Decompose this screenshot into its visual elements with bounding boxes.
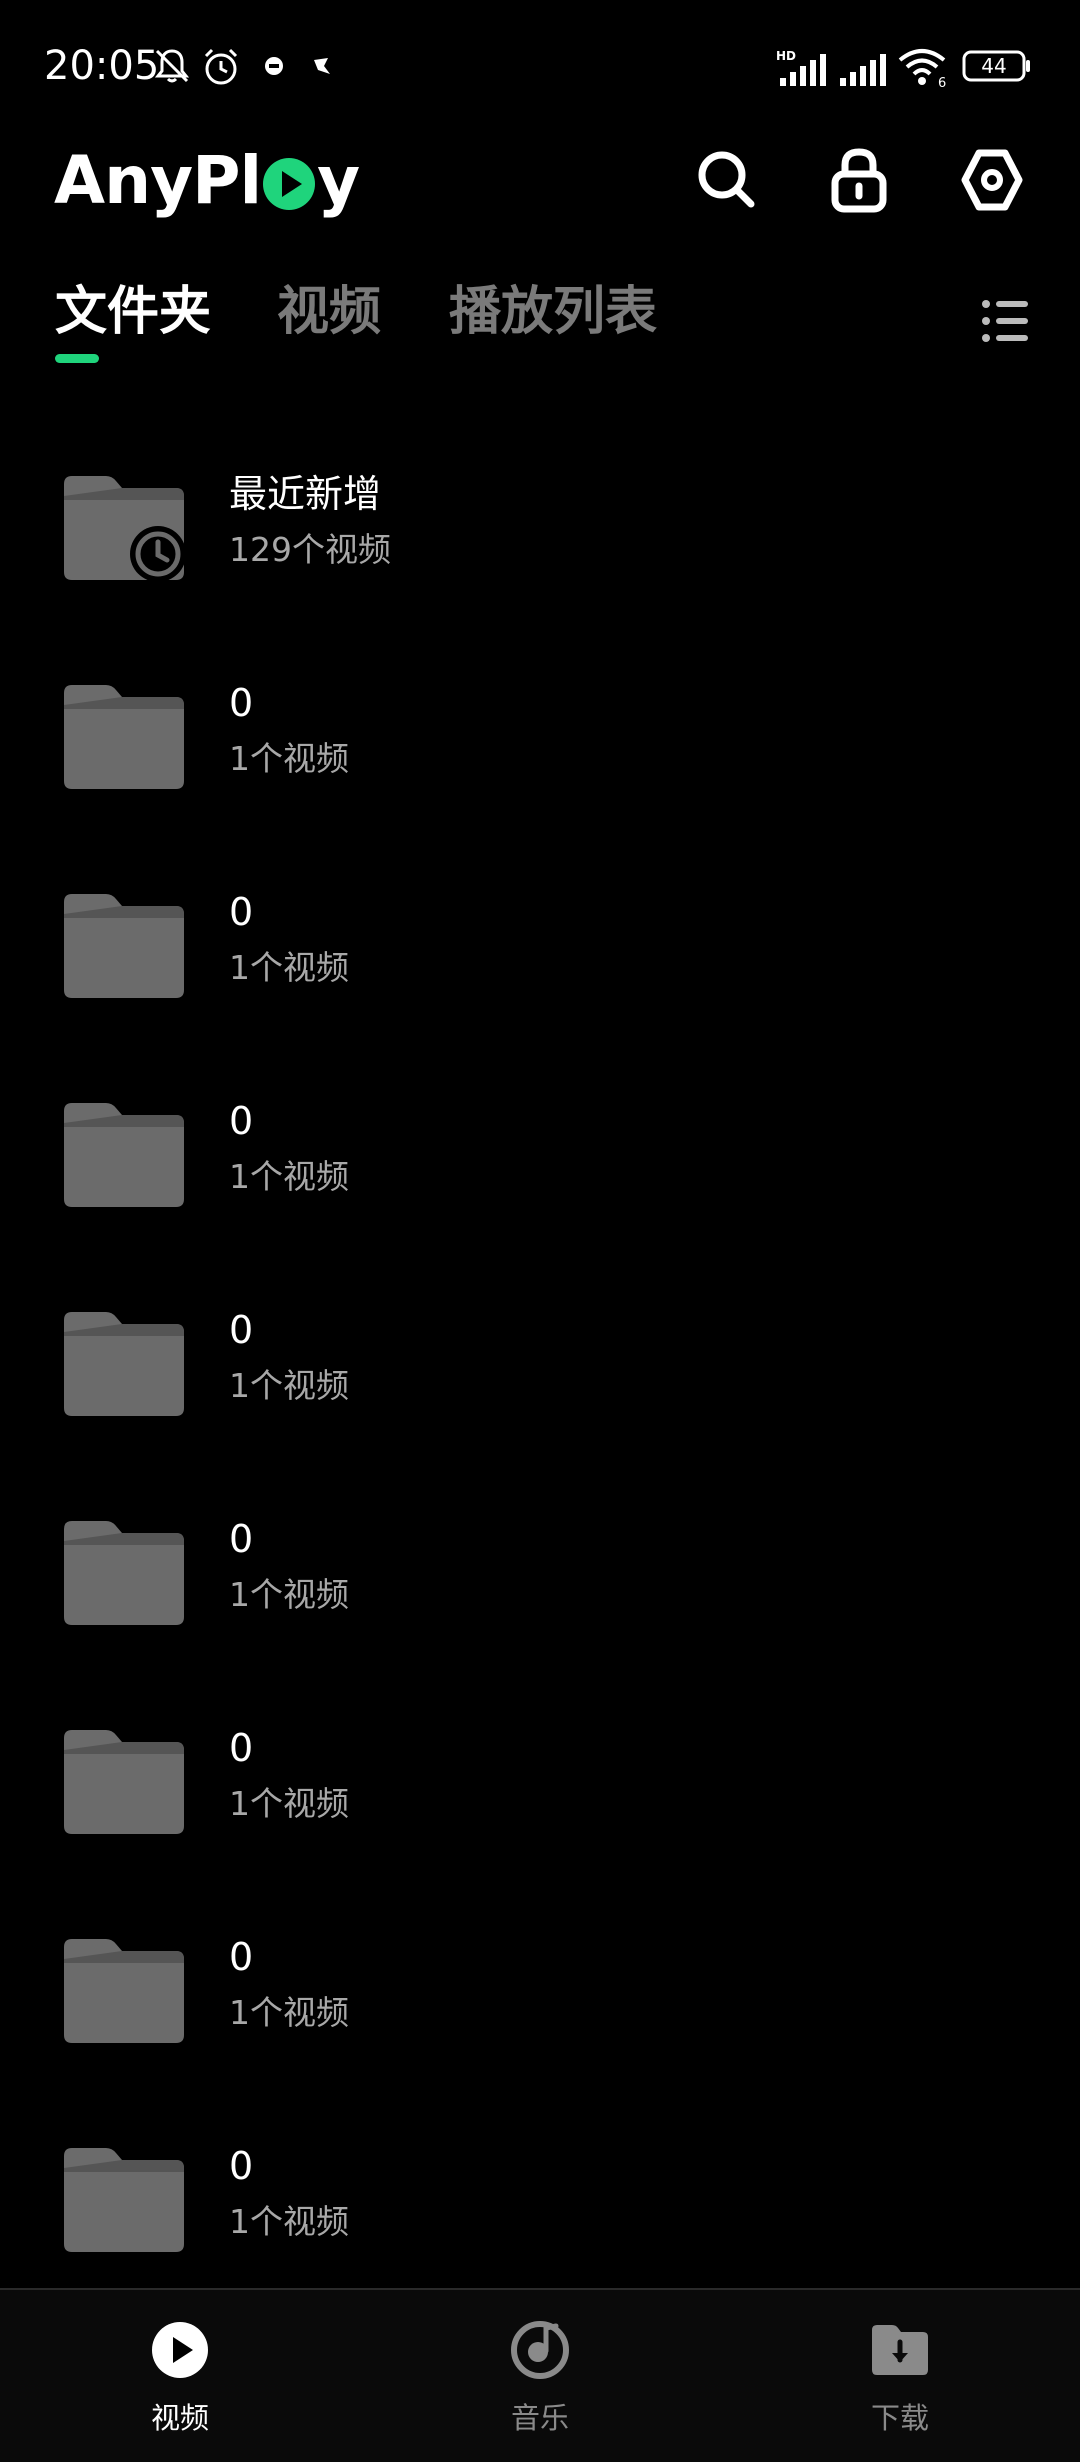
signal-icon: [838, 48, 888, 92]
nav-label: 下载: [870, 2401, 929, 2435]
folder-name: 0: [229, 2144, 254, 2188]
folder-video-count: 1个视频: [229, 2202, 349, 2241]
status-bar: 20:05 HD 6 44: [0, 0, 1080, 130]
app-notification-icon: [262, 54, 286, 82]
folder-icon: [64, 1103, 184, 1207]
folder-video-count: 1个视频: [229, 1993, 349, 2032]
folder-item[interactable]: 0 1个视频: [0, 1256, 1080, 1465]
settings-button[interactable]: [952, 140, 1032, 220]
folder-name: 0: [229, 1099, 254, 1143]
list-view-button[interactable]: [970, 286, 1040, 356]
hexagon-settings-icon: [961, 149, 1023, 211]
nav-tab-music[interactable]: 音乐: [440, 2290, 640, 2460]
folder-video-count: 1个视频: [229, 739, 349, 778]
folder-name: 最近新增: [229, 472, 382, 516]
folder-name: 0: [229, 1935, 254, 1979]
search-button[interactable]: [687, 140, 767, 220]
folder-item[interactable]: 0 1个视频: [0, 1674, 1080, 1883]
folder-item-recent[interactable]: 最近新增 129个视频: [0, 420, 1080, 629]
folder-name: 0: [229, 681, 254, 725]
folder-video-count: 1个视频: [229, 1575, 349, 1614]
nav-tab-downloads[interactable]: 下载: [800, 2290, 1000, 2460]
music-disc-icon: [511, 2321, 569, 2379]
search-icon: [698, 151, 755, 208]
app-header: AnyPl y: [0, 130, 1080, 250]
list-view-icon: [982, 300, 1028, 342]
bell-muted-icon: [152, 46, 192, 90]
status-time: 20:05: [44, 43, 160, 89]
folder-item[interactable]: 0 1个视频: [0, 838, 1080, 1047]
play-circle-icon: [152, 2322, 208, 2378]
tab-folders[interactable]: 文件夹: [55, 280, 211, 344]
folder-icon: [64, 685, 184, 789]
folder-name: 0: [229, 1308, 254, 1352]
folder-icon: [64, 2148, 184, 2252]
folder-item[interactable]: 0 1个视频: [0, 1883, 1080, 2092]
folder-name: 0: [229, 1517, 254, 1561]
nav-label: 视频: [150, 2401, 209, 2435]
folder-item[interactable]: 0 1个视频: [0, 1465, 1080, 1674]
alarm-icon: [200, 46, 242, 92]
lock-button[interactable]: [819, 140, 899, 220]
lock-icon: [831, 148, 887, 213]
logo-play-icon: [263, 158, 316, 210]
folder-item[interactable]: 0 1个视频: [0, 2092, 1080, 2301]
signal-hd-icon: HD: [776, 48, 830, 92]
folder-item[interactable]: 0 1个视频: [0, 1047, 1080, 1256]
tab-bar: 文件夹 视频 播放列表: [0, 270, 1080, 380]
folder-list: 最近新增 129个视频 0 1个视频 0 1个视频 0 1个视频 0 1个视频: [0, 420, 1080, 2301]
tab-videos[interactable]: 视频: [277, 280, 381, 344]
svg-text:6: 6: [938, 76, 946, 88]
svg-text:HD: HD: [776, 49, 796, 63]
folder-icon: [64, 1939, 184, 2043]
app-logo: AnyPl y: [54, 130, 360, 230]
folder-icon: [64, 894, 184, 998]
logo-text-part2: y: [317, 141, 360, 219]
folder-video-count: 1个视频: [229, 1366, 349, 1405]
download-folder-icon: [872, 2325, 928, 2375]
folder-name: 0: [229, 1726, 254, 1770]
folder-video-count: 129个视频: [229, 530, 391, 569]
battery-level: 44: [981, 54, 1007, 78]
folder-video-count: 1个视频: [229, 1157, 349, 1196]
folder-item[interactable]: 0 1个视频: [0, 629, 1080, 838]
folder-video-count: 1个视频: [229, 948, 349, 987]
wifi-icon: 6: [898, 46, 950, 92]
tab-active-indicator: [55, 354, 99, 363]
folder-name: 0: [229, 890, 254, 934]
nav-label: 音乐: [510, 2401, 569, 2435]
bottom-navigation: 视频 音乐 下载: [0, 2288, 1080, 2462]
logo-text-part1: AnyPl: [54, 141, 262, 219]
folder-icon: [64, 1730, 184, 1834]
nav-tab-videos[interactable]: 视频: [80, 2290, 280, 2460]
app-notification-icon: [310, 54, 334, 82]
recent-folder-icon: [64, 476, 184, 580]
folder-video-count: 1个视频: [229, 1784, 349, 1823]
folder-icon: [64, 1521, 184, 1625]
folder-icon: [64, 1312, 184, 1416]
battery-icon: 44: [962, 50, 1032, 86]
tab-playlists[interactable]: 播放列表: [449, 280, 657, 344]
